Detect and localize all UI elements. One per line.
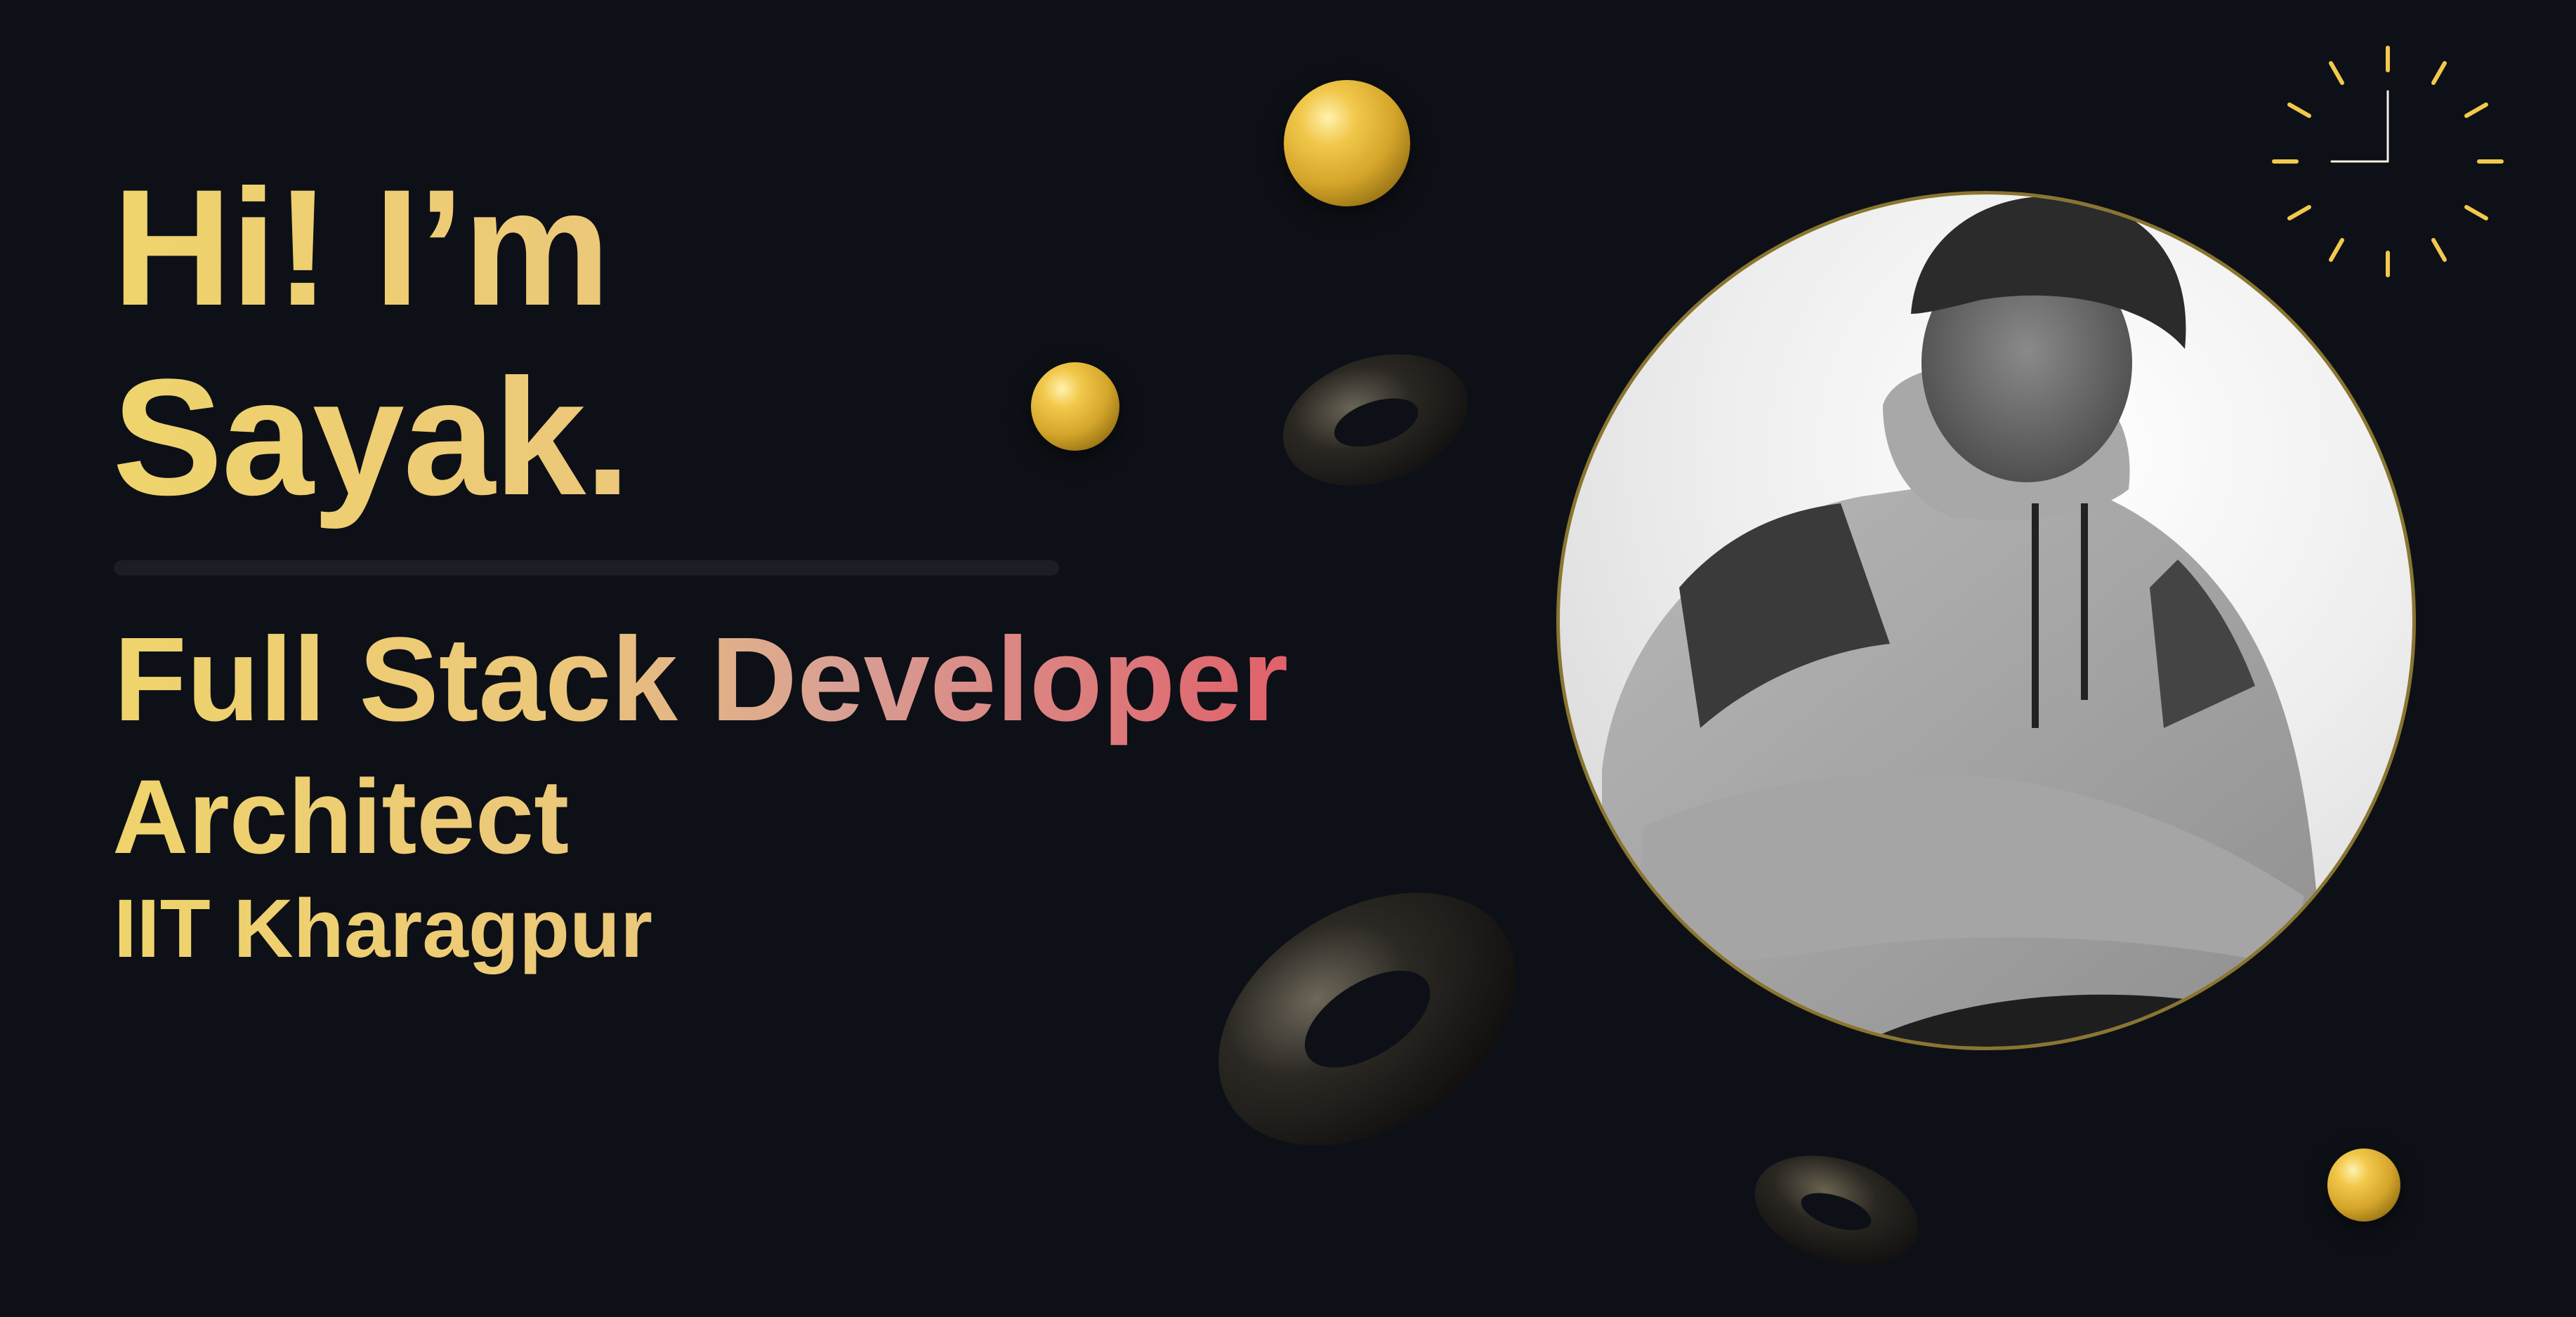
gold-sphere-medium [1031,362,1119,451]
role-text: Full Stack Developer [114,609,1288,750]
greeting-line-1: Hi! I’m [112,155,610,340]
torus-large [1218,892,1516,1146]
gold-sphere-small [2327,1149,2400,1222]
gold-sphere-large [1284,80,1410,206]
torus-bottom [1754,1156,1919,1265]
greeting-heading: Hi! I’m Sayak. [112,153,629,532]
hero-banner: Hi! I’m Sayak. Full Stack Developer Arch… [0,0,2576,1317]
clock-icon [2272,46,2504,277]
profile-photo-illustration [1602,196,2325,1047]
torus-small-top [1283,354,1468,486]
organization-text: IIT Kharagpur [114,882,653,975]
greeting-name: Sayak. [112,345,629,530]
title-text: Architect [112,757,570,875]
profile-photo [1556,191,2416,1050]
divider [114,560,1059,576]
